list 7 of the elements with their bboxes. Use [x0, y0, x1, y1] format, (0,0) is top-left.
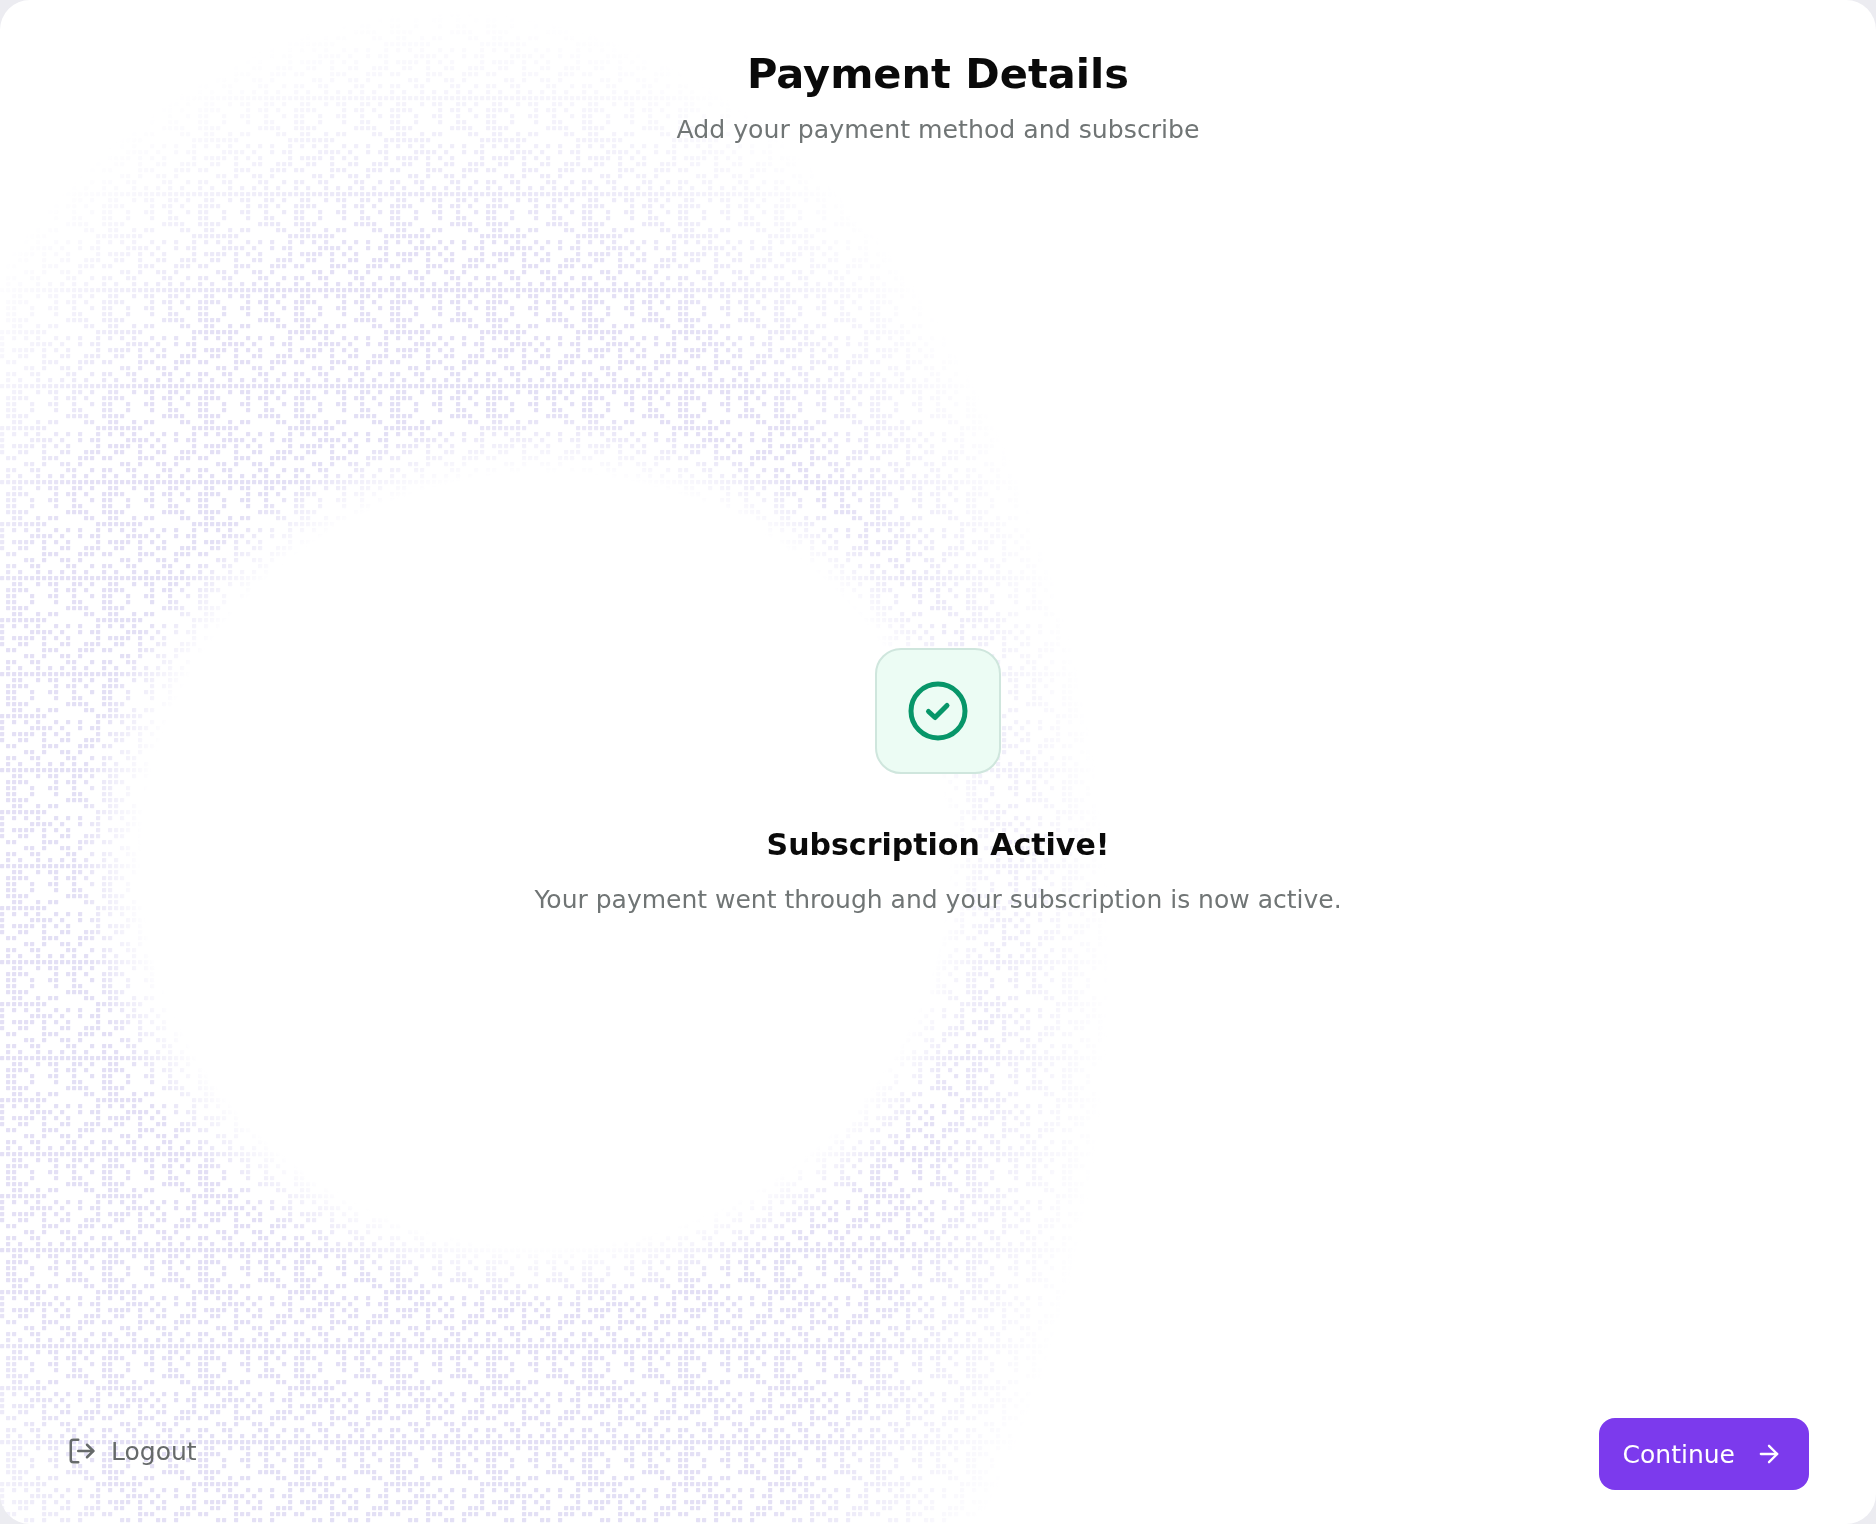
continue-button[interactable]: Continue — [1598, 1418, 1809, 1490]
logout-button[interactable]: Logout — [67, 1436, 197, 1466]
status-title: Subscription Active! — [766, 826, 1110, 864]
status-message: Your payment went through and your subscription is now active. — [534, 884, 1342, 916]
logout-icon — [67, 1436, 97, 1466]
page-subtitle: Add your payment method and subscribe — [676, 114, 1200, 146]
page-title: Payment Details — [747, 50, 1129, 98]
